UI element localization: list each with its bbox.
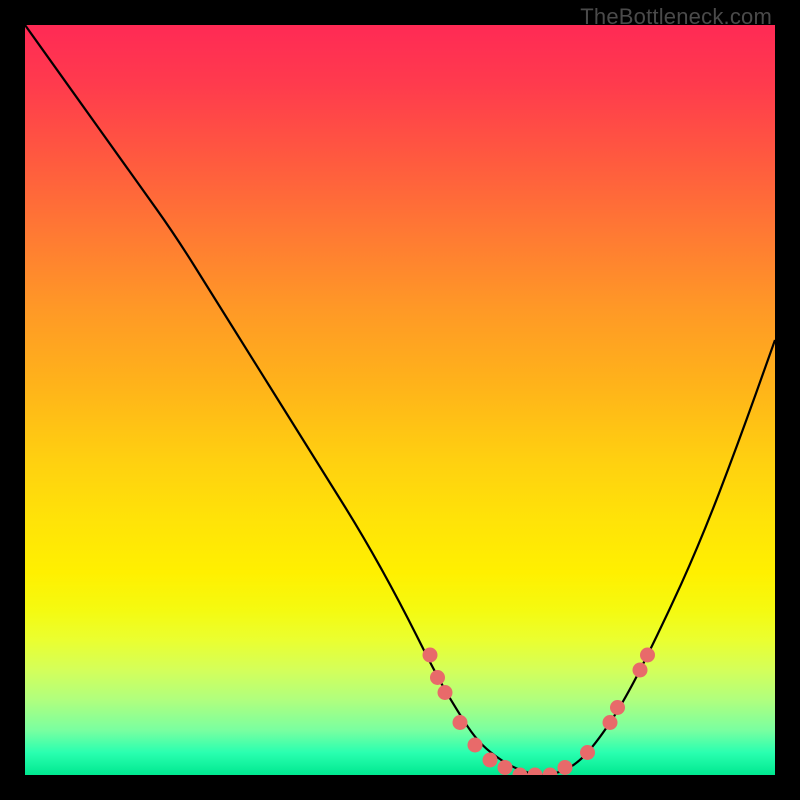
data-marker [640, 648, 655, 663]
data-marker [453, 715, 468, 730]
data-marker [543, 768, 558, 776]
data-marker [483, 753, 498, 768]
plot-area [25, 25, 775, 775]
curve-svg [25, 25, 775, 775]
chart-frame: TheBottleneck.com [0, 0, 800, 800]
data-marker [423, 648, 438, 663]
data-marker [633, 663, 648, 678]
data-marker [498, 760, 513, 775]
data-marker [528, 768, 543, 776]
data-marker [438, 685, 453, 700]
data-marker [558, 760, 573, 775]
data-marker [580, 745, 595, 760]
data-marker [610, 700, 625, 715]
bottleneck-curve [25, 25, 775, 775]
data-marker [468, 738, 483, 753]
data-marker [430, 670, 445, 685]
data-marker [603, 715, 618, 730]
watermark-text: TheBottleneck.com [580, 4, 772, 30]
